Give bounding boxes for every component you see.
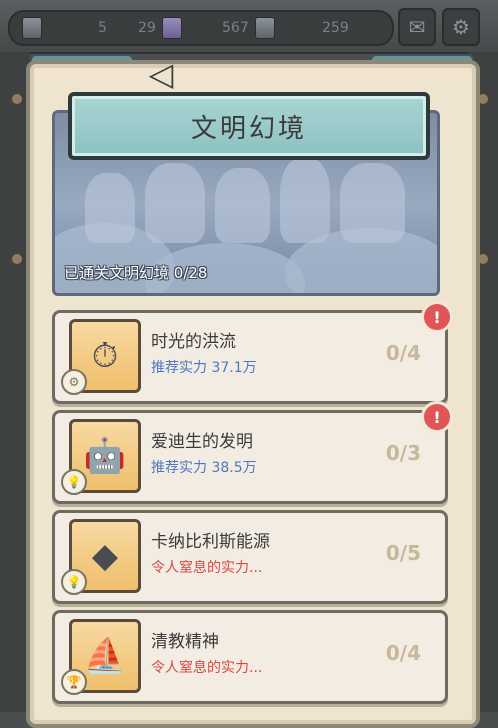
gear-stack-icon bbox=[22, 17, 42, 39]
stage-progress: 0/5 bbox=[385, 541, 421, 565]
rivet-decoration bbox=[10, 92, 24, 106]
stage-progress: 0/4 bbox=[385, 641, 421, 665]
recommended-power: 推荐实力 37.1万 bbox=[151, 360, 257, 376]
recommended-power: 令人窒息的实力... bbox=[151, 560, 263, 576]
level-name: 爱迪生的发明 bbox=[151, 432, 253, 452]
resource-item-3[interactable]: 567 bbox=[222, 16, 275, 40]
gear-reward-icon[interactable]: ⚙ bbox=[61, 369, 87, 395]
resource-strip: 5 29 567 259 bbox=[8, 10, 394, 46]
crystal-cube-icon-glyph: ◆ bbox=[91, 536, 119, 576]
trophy-reward-icon[interactable]: 🏆 bbox=[61, 669, 87, 695]
stage-progress: 0/4 bbox=[385, 341, 421, 365]
gear-reward-icon-glyph: ⚙ bbox=[68, 375, 80, 389]
resource-bar: 5 29 567 259 ✉ ⚙ bbox=[0, 0, 498, 54]
page-title: 文明幻境 bbox=[190, 113, 307, 144]
level-name: 卡纳比利斯能源 bbox=[151, 532, 270, 552]
gear-icon: ⚙ bbox=[452, 15, 470, 39]
mechanism-icon bbox=[254, 17, 275, 39]
back-arrow-icon[interactable]: ◁ bbox=[138, 52, 184, 96]
recommended-power: 推荐实力 38.5万 bbox=[151, 460, 257, 476]
rivet-decoration bbox=[10, 252, 24, 266]
level-name: 时光的洪流 bbox=[151, 332, 236, 352]
level-card[interactable]: ⛵ 🏆 清教精神 令人窒息的实力... 0/4 bbox=[52, 610, 448, 704]
resource-value-4: 259 bbox=[322, 20, 349, 36]
settings-button[interactable]: ⚙ bbox=[442, 8, 480, 46]
level-name: 清教精神 bbox=[151, 632, 219, 652]
level-card[interactable]: 🤖 💡 爱迪生的发明 推荐实力 38.5万 0/3 ! bbox=[52, 401, 453, 504]
bulb-reward-icon[interactable]: 💡 bbox=[61, 569, 87, 595]
resource-item-2[interactable]: 29 bbox=[138, 16, 182, 40]
clear-progress-label: 已通关文明幻境 0/28 bbox=[64, 264, 208, 282]
recommended-power: 令人窒息的实力... bbox=[151, 660, 263, 676]
trophy-reward-icon-glyph: 🏆 bbox=[66, 675, 82, 689]
resource-value-3: 567 bbox=[222, 20, 249, 36]
bulb-reward-icon-glyph: 💡 bbox=[66, 475, 82, 489]
mail-button[interactable]: ✉ bbox=[398, 8, 436, 46]
bulb-reward-icon[interactable]: 💡 bbox=[61, 469, 87, 495]
purple-crystal-icon bbox=[161, 17, 182, 39]
resource-value-1: 5 bbox=[98, 20, 107, 36]
bulb-reward-icon-glyph: 💡 bbox=[66, 575, 82, 589]
alert-badge-icon: ! bbox=[421, 301, 453, 333]
title-plaque: 文明幻境 bbox=[68, 92, 430, 160]
pocket-watch-icon-glyph: ⏱ bbox=[91, 336, 119, 376]
level-card[interactable]: ⏱ ⚙ 时光的洪流 推荐实力 37.1万 0/4 ! bbox=[52, 301, 453, 404]
resource-value-2: 29 bbox=[138, 20, 156, 36]
alert-badge-icon: ! bbox=[421, 401, 453, 433]
resource-item-4[interactable]: 259 bbox=[322, 16, 349, 40]
stage-progress: 0/3 bbox=[385, 441, 421, 465]
sailing-ship-icon-glyph: ⛵ bbox=[83, 636, 127, 676]
mail-icon: ✉ bbox=[408, 15, 426, 39]
level-card[interactable]: ◆ 💡 卡纳比利斯能源 令人窒息的实力... 0/5 bbox=[52, 510, 448, 604]
robot-icon-glyph: 🤖 bbox=[83, 436, 127, 476]
resource-item-1[interactable]: 5 bbox=[22, 16, 107, 40]
